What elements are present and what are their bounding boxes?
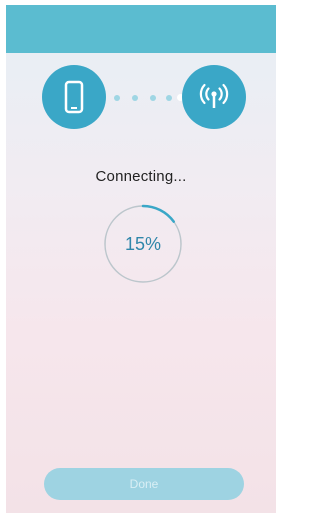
progress-percentage: 15%	[124, 233, 162, 254]
header-bar	[6, 5, 276, 53]
connection-dot	[150, 95, 156, 101]
connection-dot	[166, 95, 172, 101]
phone-icon	[42, 65, 106, 129]
setup-screen: Connecting... 15% Done	[6, 5, 276, 513]
progress-ring: 15%	[102, 203, 184, 285]
status-text: Connecting...	[95, 168, 187, 185]
connection-dot	[114, 95, 120, 101]
done-button[interactable]: Done	[44, 468, 244, 500]
connection-dots	[110, 93, 184, 103]
router-signal-icon	[182, 65, 246, 129]
connection-dot	[132, 95, 138, 101]
